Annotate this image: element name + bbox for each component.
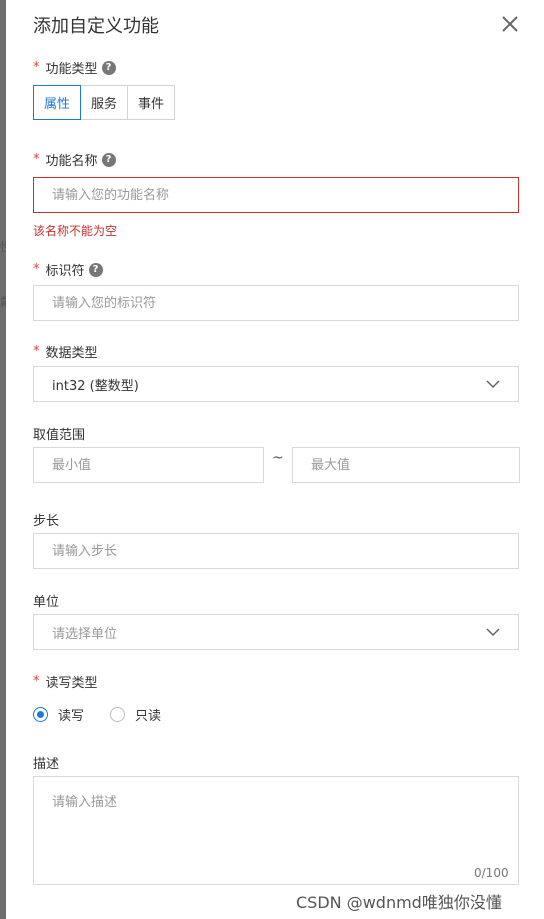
feature-type-option-service[interactable]: 服务 [80,85,129,120]
unit-label-text: 单位 [33,595,60,610]
data-type-selected-value: int32 (整数型) [52,378,139,394]
step-label-text: 步长 [33,514,60,529]
add-custom-feature-dialog: 添加自定义功能 * 功能类型 ? 属性 服务 事件 * 功能名称 ? 该名称不能… [6,0,544,919]
value-range-label: 取值范围 [33,424,85,443]
feature-name-label-text: 功能名称 [45,154,98,169]
chevron-down-icon [486,628,500,637]
description-label-text: 描述 [33,757,60,772]
max-value-input[interactable] [292,447,520,483]
feature-type-label-text: 功能类型 [45,62,98,77]
help-icon[interactable]: ? [88,262,103,277]
unit-select[interactable]: 请选择单位 [33,614,519,650]
step-label: 步长 [33,510,59,529]
feature-name-error: 该名称不能为空 [33,224,118,238]
rw-type-label: * 读写类型 [33,672,98,691]
description-char-counter: 0/100 [474,866,509,880]
radio-read-only-label: 只读 [135,709,162,724]
help-icon[interactable]: ? [101,60,116,75]
radio-read-only[interactable]: 只读 [110,705,161,724]
unit-placeholder: 请选择单位 [52,626,118,642]
description-textarea[interactable] [33,776,519,885]
feature-type-option-event[interactable]: 事件 [127,85,176,120]
close-icon[interactable] [500,14,520,34]
feature-name-label: * 功能名称 ? [33,150,116,169]
range-separator: ~ [272,450,284,466]
min-value-input[interactable] [33,447,264,483]
feature-name-input[interactable] [33,177,519,213]
radio-unchecked-icon[interactable] [110,707,126,722]
watermark: CSDN @wdnmd唯独你没懂 [296,893,502,912]
data-type-label: * 数据类型 [33,342,98,361]
unit-label: 单位 [33,591,59,610]
dialog-title: 添加自定义功能 [33,16,159,37]
data-type-label-text: 数据类型 [45,346,98,361]
rw-type-label-text: 读写类型 [45,676,98,691]
description-label: 描述 [33,753,59,772]
data-type-select[interactable]: int32 (整数型) [33,366,519,402]
required-marker: * [33,344,40,359]
feature-type-segmented: 属性 服务 事件 [33,85,176,120]
required-marker: * [33,60,40,75]
feature-type-option-property[interactable]: 属性 [33,85,82,120]
radio-checked-icon[interactable] [33,707,48,722]
required-marker: * [33,262,40,277]
help-icon[interactable]: ? [101,152,116,167]
step-input[interactable] [33,533,519,569]
radio-read-write-label: 读写 [58,709,85,724]
feature-type-label: * 功能类型 ? [33,58,116,77]
radio-read-write[interactable]: 读写 [33,705,84,724]
required-marker: * [33,152,40,167]
chevron-down-icon [486,380,500,389]
value-range-label-text: 取值范围 [33,428,86,443]
required-marker: * [33,674,40,689]
rw-type-radio-group: 读写 只读 [33,705,187,724]
identifier-label-text: 标识符 [45,264,85,279]
identifier-input[interactable] [33,285,519,321]
identifier-label: * 标识符 ? [33,260,103,279]
